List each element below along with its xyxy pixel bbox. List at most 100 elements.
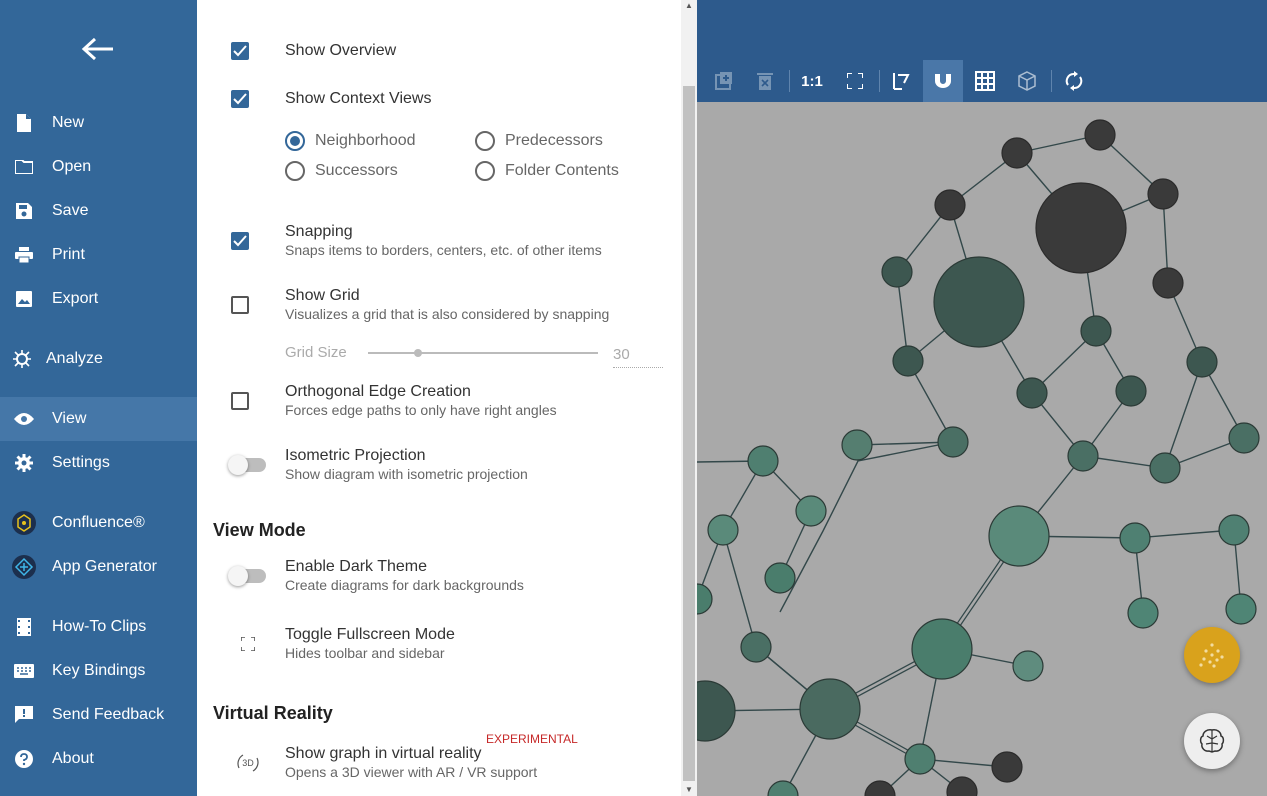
app-generator-icon: [12, 555, 36, 579]
grid-size-slider-thumb[interactable]: [414, 349, 422, 357]
scroll-up-arrow-icon[interactable]: ▲: [684, 1, 694, 11]
grid-size-slider-track[interactable]: [368, 352, 598, 354]
isometric-cube-icon[interactable]: [1007, 60, 1047, 102]
sidebar-item-key-bindings[interactable]: Key Bindings: [0, 649, 197, 693]
sidebar-item-about[interactable]: About: [0, 737, 197, 781]
print-icon: [14, 245, 34, 265]
fit-content-icon[interactable]: [835, 60, 875, 102]
isometric-toggle[interactable]: [228, 455, 266, 475]
sidebar-item-label: App Generator: [52, 558, 157, 575]
analyze-icon: [12, 349, 32, 369]
layout-icon: [1199, 643, 1224, 668]
sidebar-item-confluence[interactable]: Confluence®: [0, 501, 197, 545]
back-arrow-icon[interactable]: [78, 33, 118, 65]
sidebar-item-label: Confluence®: [52, 514, 145, 531]
radio-label: Folder Contents: [505, 162, 619, 179]
toolbar: 1:1: [697, 60, 1267, 102]
radio-neighborhood[interactable]: Neighborhood: [285, 131, 416, 151]
radio-folder-contents[interactable]: Folder Contents: [475, 161, 619, 181]
sidebar-item-new[interactable]: New: [0, 101, 197, 145]
dark-theme-toggle[interactable]: [228, 566, 266, 586]
radio-indicator: [285, 161, 305, 181]
option-description: Opens a 3D viewer with AR / VR support: [285, 764, 538, 780]
sidebar-item-label: Send Feedback: [52, 706, 165, 723]
app-bar: [697, 0, 1267, 60]
sidebar-item-label: Key Bindings: [52, 662, 146, 679]
delete-icon[interactable]: [745, 60, 785, 102]
option-title: Orthogonal Edge Creation: [285, 383, 471, 400]
sidebar-item-label: Export: [52, 290, 99, 307]
refresh-icon[interactable]: [1054, 60, 1094, 102]
graph-diagram[interactable]: [697, 102, 1267, 796]
confluence-icon: [12, 511, 36, 535]
show-context-views-checkbox[interactable]: [231, 90, 249, 108]
sidebar-item-export[interactable]: Export: [0, 277, 197, 321]
sidebar-item-label: Save: [52, 202, 89, 219]
save-icon: [14, 201, 34, 221]
option-description: Show diagram with isometric projection: [285, 466, 528, 482]
fullscreen-icon[interactable]: [240, 636, 256, 656]
sidebar-item-label: About: [52, 750, 94, 767]
radio-indicator: [475, 161, 495, 181]
ai-assistant-fab-button[interactable]: [1184, 713, 1240, 769]
grid-icon[interactable]: [965, 60, 1005, 102]
option-title: Snapping: [285, 223, 353, 240]
file-icon: [14, 113, 34, 133]
snapping-magnet-icon[interactable]: [923, 60, 963, 102]
radio-predecessors[interactable]: Predecessors: [475, 131, 603, 151]
scroll-down-arrow-icon[interactable]: ▼: [684, 785, 694, 795]
sidebar-item-print[interactable]: Print: [0, 233, 197, 277]
sidebar-item-app-generator[interactable]: App Generator: [0, 545, 197, 589]
sidebar-item-send-feedback[interactable]: Send Feedback: [0, 693, 197, 737]
zoom-original-button[interactable]: 1:1: [792, 60, 832, 102]
film-icon: [14, 617, 34, 637]
layout-fab-button[interactable]: [1184, 627, 1240, 683]
grid-size-row: Grid Size 30: [197, 343, 681, 369]
scrollbar-thumb[interactable]: [683, 86, 695, 781]
option-description: Forces edge paths to only have right ang…: [285, 402, 557, 418]
sidebar: New Open Save Print Export Analyze View …: [0, 0, 197, 796]
keyboard-icon: [14, 661, 34, 681]
orthogonal-edges-checkbox[interactable]: [231, 392, 249, 410]
option-description: Snaps items to borders, centers, etc. of…: [285, 242, 602, 258]
grid-size-input[interactable]: 30: [613, 346, 663, 368]
image-icon: [14, 289, 34, 309]
sidebar-item-how-to-clips[interactable]: How-To Clips: [0, 605, 197, 649]
sidebar-item-settings[interactable]: Settings: [0, 441, 197, 485]
radio-label: Predecessors: [505, 132, 603, 149]
sidebar-item-label: Print: [52, 246, 85, 263]
experimental-badge: EXPERIMENTAL: [486, 732, 578, 746]
sidebar-item-save[interactable]: Save: [0, 189, 197, 233]
radio-successors[interactable]: Successors: [285, 161, 398, 181]
show-overview-checkbox[interactable]: [231, 42, 249, 60]
add-group-icon[interactable]: [704, 60, 744, 102]
radio-indicator: [285, 131, 305, 151]
option-title: Show Context Views: [285, 90, 432, 107]
sidebar-item-label: Analyze: [46, 350, 103, 367]
graph-canvas[interactable]: [697, 102, 1267, 796]
sidebar-item-open[interactable]: Open: [0, 145, 197, 189]
view-options-panel: Show Overview Show Context Views Neighbo…: [197, 0, 697, 796]
grid-size-label: Grid Size: [285, 344, 347, 361]
option-description: Hides toolbar and sidebar: [285, 645, 445, 661]
option-description: Create diagrams for dark backgrounds: [285, 577, 524, 593]
sidebar-item-label: New: [52, 114, 85, 131]
show-grid-checkbox[interactable]: [231, 296, 249, 314]
virtual-reality-heading: Virtual Reality: [213, 703, 333, 723]
option-description: Visualizes a grid that is also considere…: [285, 306, 610, 322]
snapping-checkbox[interactable]: [231, 232, 249, 250]
option-title: Enable Dark Theme: [285, 558, 427, 575]
sidebar-item-view[interactable]: View: [0, 397, 197, 441]
option-title: Show graph in virtual reality: [285, 745, 482, 762]
3d-icon[interactable]: 3D: [235, 750, 261, 776]
grid-snap-icon[interactable]: [882, 60, 922, 102]
view-mode-heading: View Mode: [213, 520, 306, 540]
sidebar-item-analyze[interactable]: Analyze: [0, 337, 197, 381]
sidebar-item-label: Open: [52, 158, 92, 175]
eye-icon: [14, 409, 34, 429]
feedback-icon: [14, 705, 34, 725]
panel-scrollbar[interactable]: ▲ ▼: [681, 0, 697, 796]
option-title: Isometric Projection: [285, 447, 426, 464]
option-title: Show Overview: [285, 42, 397, 59]
sidebar-item-label: How-To Clips: [52, 618, 147, 635]
